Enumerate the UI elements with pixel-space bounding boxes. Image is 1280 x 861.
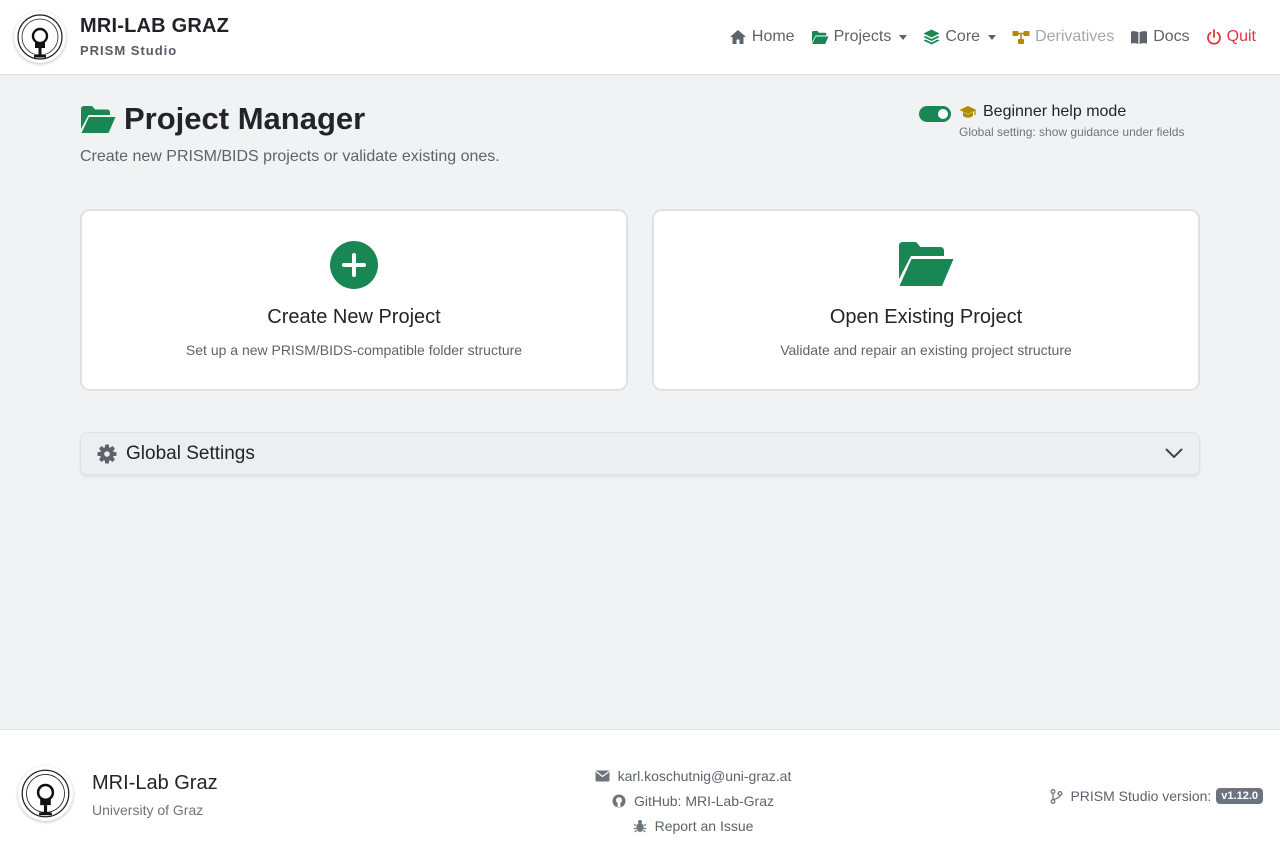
page-title: Project Manager bbox=[124, 101, 366, 136]
help-mode-toggle[interactable] bbox=[919, 106, 951, 122]
brand-subtitle: PRISM Studio bbox=[80, 43, 178, 58]
nav-projects-label: Projects bbox=[833, 28, 892, 45]
chevron-down-icon bbox=[988, 35, 997, 40]
page-footer: MRI-Lab Graz University of Graz karl.kos… bbox=[0, 729, 1280, 861]
lab-logo-icon bbox=[18, 766, 73, 821]
open-project-title: Open Existing Project bbox=[829, 306, 1023, 328]
envelope-icon bbox=[595, 770, 610, 781]
footer-email-link[interactable]: karl.koschutnig@uni-graz.at bbox=[540, 763, 846, 788]
plus-circle-icon bbox=[330, 241, 378, 289]
folder-open-icon bbox=[81, 105, 116, 133]
footer-email: karl.koschutnig@uni-graz.at bbox=[617, 767, 792, 784]
footer-version-label: PRISM Studio version: bbox=[1070, 788, 1212, 804]
lab-logo-icon[interactable] bbox=[14, 11, 66, 63]
help-mode-label: Beginner help mode bbox=[983, 103, 1127, 120]
nav-docs-label: Docs bbox=[1153, 28, 1190, 45]
nav-derivatives-label: Derivatives bbox=[1035, 28, 1115, 45]
top-navbar: MRI-LAB GRAZ PRISM Studio Home Projects … bbox=[0, 0, 1280, 75]
chevron-down-icon bbox=[899, 35, 908, 40]
nav-core-dropdown[interactable]: Core bbox=[923, 28, 997, 46]
code-branch-icon bbox=[1051, 788, 1063, 804]
main-nav: Home Projects Core Derivatives Docs Quit bbox=[713, 26, 1256, 48]
book-icon bbox=[1131, 30, 1148, 44]
help-mode-note: Global setting: show guidance under fiel… bbox=[959, 125, 1185, 139]
footer-issue: Report an Issue bbox=[654, 817, 754, 834]
nav-core-label: Core bbox=[945, 28, 981, 45]
power-icon bbox=[1206, 29, 1221, 45]
folder-open-icon bbox=[899, 242, 954, 286]
footer-lab-name: MRI-Lab Graz bbox=[92, 772, 218, 794]
brand-title[interactable]: MRI-LAB GRAZ bbox=[80, 15, 229, 38]
footer-issue-link[interactable]: Report an Issue bbox=[540, 813, 846, 838]
nav-home[interactable]: Home bbox=[729, 28, 795, 46]
nav-home-label: Home bbox=[751, 28, 795, 45]
graduation-cap-icon bbox=[959, 105, 977, 118]
nav-quit-label: Quit bbox=[1226, 28, 1256, 45]
page-header: Project Manager bbox=[80, 101, 365, 137]
home-icon bbox=[729, 30, 746, 44]
create-project-title: Create New Project bbox=[267, 306, 441, 328]
layers-icon bbox=[923, 29, 940, 45]
create-project-card[interactable]: Create New Project Set up a new PRISM/BI… bbox=[80, 209, 628, 391]
nav-derivatives[interactable]: Derivatives bbox=[1012, 28, 1114, 46]
version-badge: v1.12.0 bbox=[1216, 788, 1263, 804]
global-settings-title: Global Settings bbox=[126, 443, 255, 464]
global-settings-accordion[interactable]: Global Settings bbox=[80, 432, 1200, 475]
gear-icon bbox=[97, 444, 117, 464]
nav-quit[interactable]: Quit bbox=[1206, 28, 1256, 46]
footer-github-link[interactable]: GitHub: MRI-Lab-Graz bbox=[540, 788, 846, 813]
nav-projects-dropdown[interactable]: Projects bbox=[811, 28, 908, 46]
chevron-down-icon bbox=[1165, 448, 1183, 458]
page-description: Create new PRISM/BIDS projects or valida… bbox=[80, 148, 500, 165]
footer-university: University of Graz bbox=[92, 802, 204, 818]
footer-version: PRISM Studio version: v1.12.0 bbox=[1050, 788, 1263, 804]
folder-open-icon bbox=[811, 30, 829, 44]
open-project-card[interactable]: Open Existing Project Validate and repai… bbox=[652, 209, 1200, 391]
create-project-text: Set up a new PRISM/BIDS-compatible folde… bbox=[185, 342, 523, 358]
nav-docs[interactable]: Docs bbox=[1130, 28, 1190, 46]
sitemap-icon bbox=[1012, 30, 1030, 44]
footer-github: GitHub: MRI-Lab-Graz bbox=[633, 792, 775, 809]
open-project-text: Validate and repair an existing project … bbox=[780, 342, 1072, 358]
bug-icon bbox=[633, 819, 646, 833]
github-icon bbox=[612, 794, 626, 807]
footer-links: karl.koschutnig@uni-graz.at GitHub: MRI-… bbox=[540, 763, 846, 838]
help-mode-label-row: Beginner help mode bbox=[959, 103, 1126, 121]
